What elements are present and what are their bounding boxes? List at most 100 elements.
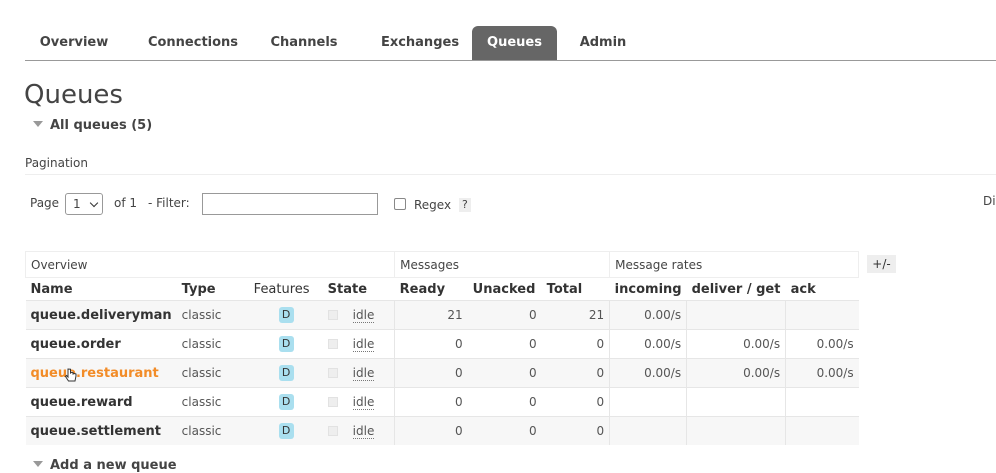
col-unacked[interactable]: Unacked <box>468 278 542 301</box>
queue-ready: 21 <box>394 300 468 330</box>
page-of-label: of 1 <box>114 196 138 210</box>
filter-input[interactable] <box>202 193 378 215</box>
tab-overview[interactable]: Overview <box>25 26 123 60</box>
queue-type: classic <box>176 358 249 388</box>
table-row[interactable]: queue.restaurant classic D idle 0 0 0 0.… <box>25 358 859 388</box>
table-group-row: Overview Messages Message rates <box>24 251 860 278</box>
tab-admin[interactable]: Admin <box>573 26 633 60</box>
regex-checkbox[interactable] <box>394 198 406 210</box>
queue-type: classic <box>176 329 249 359</box>
queue-incoming <box>609 387 687 417</box>
col-deliver-get[interactable]: deliver / get <box>687 278 786 301</box>
state-indicator-icon <box>327 426 338 436</box>
queue-unacked: 0 <box>467 358 542 388</box>
col-incoming[interactable]: incoming <box>610 278 687 301</box>
queue-ready: 0 <box>394 329 468 359</box>
queue-unacked: 0 <box>467 300 542 330</box>
help-icon[interactable]: ? <box>459 198 471 212</box>
queue-ack: 0.00/s <box>785 329 859 359</box>
all-queues-toggle[interactable]: All queues (5) <box>33 118 152 133</box>
queue-name-link[interactable]: queue.settlement <box>25 416 177 445</box>
queue-features: D <box>248 416 323 445</box>
tab-channels[interactable]: Channels <box>261 26 347 60</box>
queue-deliver: 0.00/s <box>686 358 786 388</box>
state-indicator-icon <box>327 339 338 349</box>
hand-cursor-icon <box>64 368 77 382</box>
col-features[interactable]: Features <box>249 278 323 301</box>
queue-incoming <box>609 416 687 445</box>
col-total[interactable]: Total <box>542 278 610 301</box>
table-header-row: Name Type Features State Ready Unacked T… <box>26 278 859 301</box>
col-ack[interactable]: ack <box>786 278 859 301</box>
queue-ready: 0 <box>394 387 468 417</box>
queue-features: D <box>248 358 323 388</box>
state-text: idle <box>352 395 375 410</box>
page-select[interactable]: 1 <box>65 193 103 215</box>
page-select-value: 1 <box>73 197 81 211</box>
queue-unacked: 0 <box>467 416 542 445</box>
queue-type: classic <box>176 300 249 330</box>
collapse-triangle-icon <box>33 121 43 127</box>
col-name[interactable]: Name <box>26 278 177 301</box>
queue-ready: 0 <box>394 416 468 445</box>
queue-state: idle <box>322 300 395 330</box>
tab-queues[interactable]: Queues <box>472 26 557 60</box>
queue-name-link[interactable]: queue.order <box>25 329 177 359</box>
queue-type: classic <box>176 387 249 417</box>
tab-connections[interactable]: Connections <box>135 26 251 60</box>
queue-state: idle <box>322 358 395 388</box>
state-indicator-icon <box>327 310 338 320</box>
pagination-label: Pagination <box>25 156 88 170</box>
queue-incoming: 0.00/s <box>609 300 687 330</box>
regex-label: Regex <box>414 198 452 212</box>
column-toggle-button[interactable]: +/- <box>867 255 896 273</box>
table-row[interactable]: queue.deliveryman classic D idle 21 0 21… <box>25 300 859 330</box>
tab-exchanges[interactable]: Exchanges <box>365 26 475 60</box>
queue-name-link[interactable]: queue.restaurant <box>25 358 177 388</box>
chevron-down-icon <box>89 198 99 208</box>
queue-ack: 0.00/s <box>785 358 859 388</box>
queue-deliver: 0.00/s <box>686 329 786 359</box>
queue-type: classic <box>176 416 249 445</box>
queue-deliver <box>686 300 786 330</box>
queue-total: 0 <box>541 416 610 445</box>
table-row[interactable]: queue.reward classic D idle 0 0 0 <box>25 387 859 417</box>
col-type[interactable]: Type <box>177 278 249 301</box>
col-ready[interactable]: Ready <box>395 278 468 301</box>
queue-total: 21 <box>541 300 610 330</box>
queue-total: 0 <box>541 387 610 417</box>
table-row[interactable]: queue.settlement classic D idle 0 0 0 <box>25 416 859 445</box>
queue-incoming: 0.00/s <box>609 329 687 359</box>
queue-features: D <box>248 300 323 330</box>
all-queues-label: All queues (5) <box>50 118 153 133</box>
queue-state: idle <box>322 387 395 417</box>
queue-unacked: 0 <box>467 387 542 417</box>
queue-unacked: 0 <box>467 329 542 359</box>
queue-ack <box>785 416 859 445</box>
group-messages: Messages <box>394 251 610 278</box>
clipped-label: Di <box>983 194 996 208</box>
queue-name-link[interactable]: queue.reward <box>25 387 177 417</box>
queue-ack <box>785 387 859 417</box>
queue-ready: 0 <box>394 358 468 388</box>
table-row[interactable]: queue.order classic D idle 0 0 0 0.00/s … <box>25 329 859 359</box>
group-message-rates: Message rates <box>609 251 860 278</box>
queue-features: D <box>248 329 323 359</box>
collapse-triangle-icon <box>33 461 43 467</box>
state-indicator-icon <box>327 368 338 378</box>
queue-incoming: 0.00/s <box>609 358 687 388</box>
divider <box>25 174 996 175</box>
queue-total: 0 <box>541 358 610 388</box>
filter-label: - Filter: <box>148 196 190 210</box>
col-state[interactable]: State <box>323 278 395 301</box>
durable-badge: D <box>278 423 294 439</box>
group-overview: Overview <box>24 251 395 278</box>
queue-state: idle <box>322 329 395 359</box>
queue-total: 0 <box>541 329 610 359</box>
queue-state: idle <box>322 416 395 445</box>
queues-table: Overview Messages Message rates Name Typ… <box>24 251 860 445</box>
queue-ack <box>785 300 859 330</box>
queue-name-link[interactable]: queue.deliveryman <box>25 300 177 330</box>
page-title: Queues <box>24 80 123 110</box>
state-text: idle <box>352 337 375 352</box>
